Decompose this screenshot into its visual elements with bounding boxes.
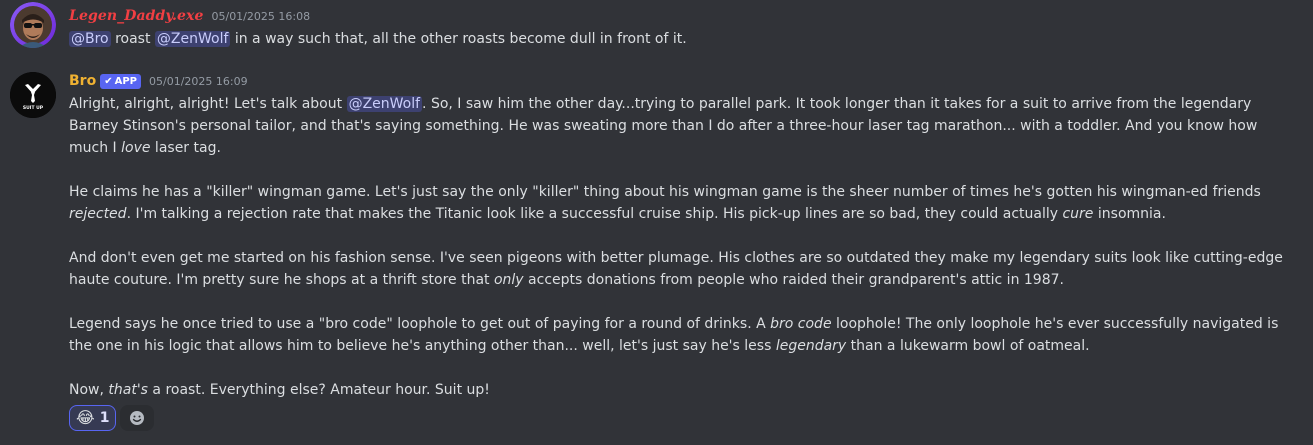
- message-legen-daddy: Legen_Daddy.exe 05/01/2025 16:08 @Bro ro…: [0, 0, 1313, 58]
- text: . I'm talking a rejection rate that make…: [126, 206, 1063, 222]
- text: a roast. Everything else? Amateur hour. …: [147, 382, 490, 398]
- emphasis: rejected: [69, 206, 127, 222]
- mention-zenwolf[interactable]: @ZenWolf: [154, 31, 231, 47]
- emphasis: only: [493, 272, 524, 288]
- paragraph-4: Legend says he once tried to use a "bro …: [69, 313, 1299, 357]
- message-text: in a way such that, all the other roasts…: [230, 31, 687, 47]
- app-badge-label: APP: [114, 76, 137, 87]
- suit-up-logo-icon: SUIT UP: [10, 72, 56, 118]
- emphasis: legendary: [775, 338, 847, 354]
- user-photo-avatar-icon: [10, 2, 56, 48]
- timestamp: 05/01/2025 16:08: [211, 10, 311, 23]
- add-reaction-smiley-icon: [130, 411, 145, 425]
- reactions-bar: 😂 1: [69, 405, 155, 431]
- avatar[interactable]: [10, 2, 56, 48]
- text: laser tag.: [150, 140, 221, 156]
- message-content: @Bro roast @ZenWolf in a way such that, …: [69, 28, 1299, 50]
- add-reaction-button[interactable]: [120, 405, 155, 431]
- paragraph-5: Now, that's a roast. Everything else? Am…: [69, 379, 1299, 401]
- paragraph-1: Alright, alright, alright! Let's talk ab…: [69, 93, 1299, 159]
- text: accepts donations from people who raided…: [523, 272, 1064, 288]
- message-content: Alright, alright, alright! Let's talk ab…: [69, 93, 1299, 401]
- message-header: Legen_Daddy.exe 05/01/2025 16:08: [69, 8, 310, 28]
- paragraph-2: He claims he has a "killer" wingman game…: [69, 181, 1299, 225]
- text: than a lukewarm bowl of oatmeal.: [846, 338, 1090, 354]
- emphasis: that's: [108, 382, 148, 398]
- text: Alright, alright, alright! Let's talk ab…: [69, 96, 347, 112]
- paragraph-3: And don't even get me started on his fas…: [69, 247, 1299, 291]
- avatar-logo-text: SUIT UP: [23, 105, 44, 111]
- mention-zenwolf[interactable]: @ZenWolf: [346, 96, 423, 112]
- username[interactable]: Bro: [69, 73, 96, 89]
- message-bro: SUIT UP Bro ✔ APP 05/01/2025 16:09 Alrigh…: [0, 70, 1313, 445]
- joy-emoji-icon: 😂: [76, 408, 95, 427]
- text: Legend says he once tried to use a "bro …: [69, 316, 771, 332]
- chat-messages: Legen_Daddy.exe 05/01/2025 16:08 @Bro ro…: [0, 0, 1313, 445]
- check-icon: ✔: [104, 76, 113, 87]
- timestamp: 05/01/2025 16:09: [149, 75, 248, 88]
- emphasis: cure: [1062, 206, 1094, 222]
- emphasis: love: [121, 140, 151, 156]
- avatar[interactable]: SUIT UP: [10, 72, 56, 118]
- message-header: Bro ✔ APP 05/01/2025 16:09: [69, 73, 248, 93]
- text: insomnia.: [1093, 206, 1166, 222]
- reaction-joy[interactable]: 😂 1: [69, 405, 117, 431]
- reaction-count: 1: [99, 410, 110, 426]
- mention-bro[interactable]: @Bro: [69, 31, 111, 47]
- emphasis: bro code: [770, 316, 832, 332]
- text: He claims he has a "killer" wingman game…: [69, 184, 1261, 200]
- message-text: roast: [110, 31, 155, 47]
- text: Now,: [69, 382, 109, 398]
- username[interactable]: Legen_Daddy.exe: [69, 8, 203, 24]
- app-badge: ✔ APP: [100, 74, 141, 89]
